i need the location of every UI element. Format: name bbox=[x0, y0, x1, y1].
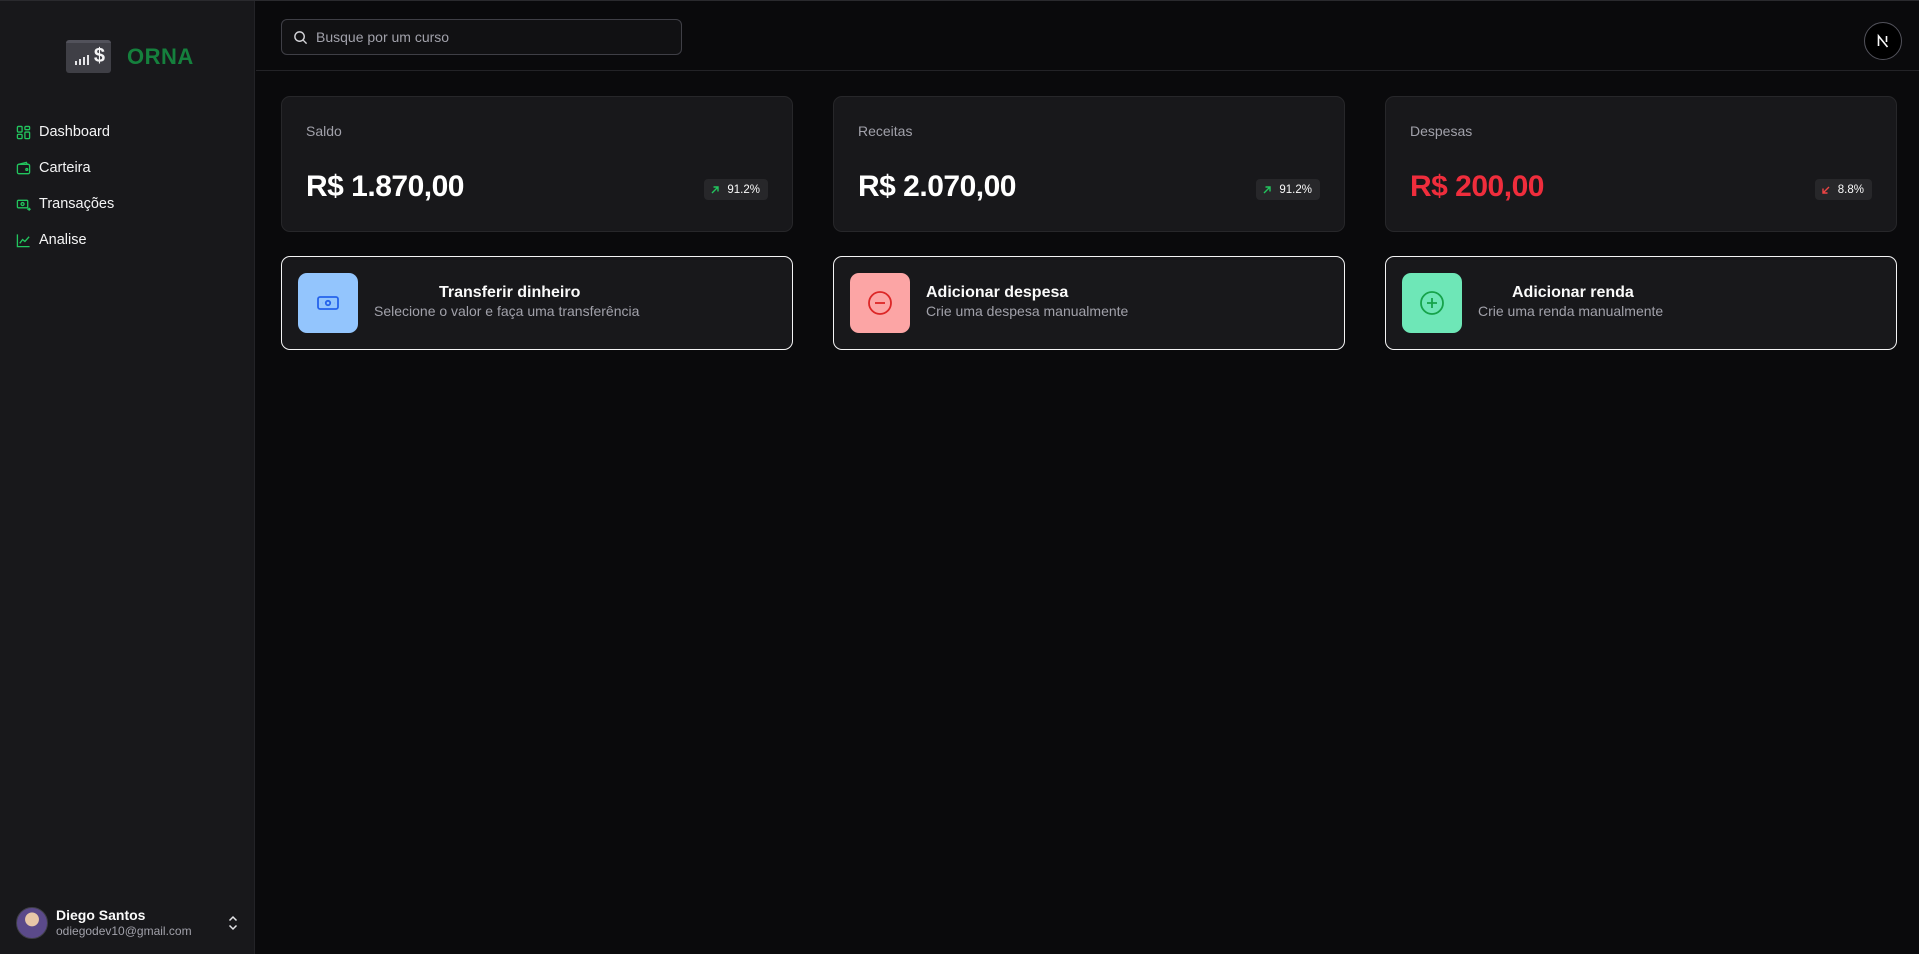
action-icon-box bbox=[850, 273, 910, 333]
dashboard-icon bbox=[16, 125, 31, 139]
plus-circle-icon bbox=[1420, 291, 1444, 315]
transactions-icon bbox=[16, 199, 31, 211]
search-box[interactable] bbox=[281, 19, 682, 55]
sidebar: $ ORNA Dashboard Carteira Transações Ana… bbox=[0, 1, 255, 954]
sidebar-item-analise[interactable]: Analise bbox=[0, 222, 255, 258]
search-icon bbox=[294, 30, 308, 44]
stat-change: 91.2% bbox=[727, 183, 760, 196]
chevrons-up-down-icon[interactable] bbox=[225, 914, 241, 932]
user-email: odiegodev10@gmail.com bbox=[56, 924, 192, 939]
sidebar-item-label: Analise bbox=[39, 232, 87, 248]
add-income-button[interactable]: Adicionar renda Crie uma renda manualmen… bbox=[1385, 256, 1897, 350]
action-icon-box bbox=[298, 273, 358, 333]
action-icon-box bbox=[1402, 273, 1462, 333]
transfer-money-button[interactable]: Transferir dinheiro Selecione o valor e … bbox=[281, 256, 793, 350]
stat-card-receitas: Receitas R$ 2.070,00 91.2% bbox=[833, 96, 1345, 232]
topbar bbox=[256, 1, 1919, 71]
status-badge: 91.2% bbox=[1256, 179, 1320, 200]
arrow-up-right-icon bbox=[1263, 185, 1272, 193]
brand-name: ORNA bbox=[127, 43, 194, 69]
sidebar-item-label: Dashboard bbox=[39, 124, 110, 140]
stat-label: Receitas bbox=[858, 123, 913, 139]
user-info: Diego Santos odiegodev10@gmail.com bbox=[56, 907, 192, 938]
add-expense-button[interactable]: Adicionar despesa Crie uma despesa manua… bbox=[833, 256, 1345, 350]
chart-line-icon bbox=[16, 233, 30, 247]
sidebar-item-label: Transações bbox=[39, 196, 115, 212]
logo-icon: $ bbox=[66, 40, 111, 73]
banknote-icon bbox=[317, 296, 339, 310]
minus-circle-icon bbox=[868, 291, 892, 315]
stat-card-despesas: Despesas R$ 200,00 8.8% bbox=[1385, 96, 1897, 232]
action-title: Adicionar renda bbox=[1512, 284, 1634, 301]
wallet-icon bbox=[16, 161, 31, 174]
action-subtitle: Crie uma despesa manualmente bbox=[926, 303, 1129, 319]
stat-label: Saldo bbox=[306, 123, 342, 139]
stat-label: Despesas bbox=[1410, 123, 1473, 139]
action-title: Adicionar despesa bbox=[926, 284, 1069, 301]
stat-card-saldo: Saldo R$ 1.870,00 91.2% bbox=[281, 96, 793, 232]
stat-change: 8.8% bbox=[1837, 183, 1864, 196]
sidebar-item-dashboard[interactable]: Dashboard bbox=[0, 114, 255, 150]
status-badge: 91.2% bbox=[704, 179, 768, 200]
action-subtitle: Selecione o valor e faça uma transferênc… bbox=[374, 303, 640, 319]
sidebar-item-transacoes[interactable]: Transações bbox=[0, 186, 255, 222]
stat-value: R$ 200,00 bbox=[1410, 170, 1544, 203]
search-input[interactable] bbox=[316, 29, 676, 45]
arrow-up-right-icon bbox=[711, 185, 720, 193]
sidebar-nav: Dashboard Carteira Transações Analise bbox=[0, 114, 255, 258]
action-title: Transferir dinheiro bbox=[439, 284, 581, 301]
sidebar-item-label: Carteira bbox=[39, 160, 91, 176]
n-logo-icon bbox=[1877, 33, 1889, 48]
stat-value: R$ 1.870,00 bbox=[306, 170, 464, 203]
nextjs-icon[interactable] bbox=[1864, 22, 1902, 60]
status-badge: 8.8% bbox=[1814, 179, 1872, 200]
stat-value: R$ 2.070,00 bbox=[858, 170, 1016, 203]
app: $ ORNA Dashboard Carteira Transações Ana… bbox=[0, 0, 1919, 954]
action-subtitle: Crie uma renda manualmente bbox=[1478, 303, 1664, 319]
arrow-down-left-icon bbox=[1822, 186, 1830, 194]
user-name: Diego Santos bbox=[56, 907, 146, 924]
stat-change: 91.2% bbox=[1279, 183, 1312, 196]
sidebar-item-carteira[interactable]: Carteira bbox=[0, 150, 255, 186]
brand-logo[interactable]: $ ORNA bbox=[66, 40, 194, 73]
avatar bbox=[16, 907, 48, 939]
user-menu[interactable]: Diego Santos odiegodev10@gmail.com bbox=[16, 906, 241, 940]
